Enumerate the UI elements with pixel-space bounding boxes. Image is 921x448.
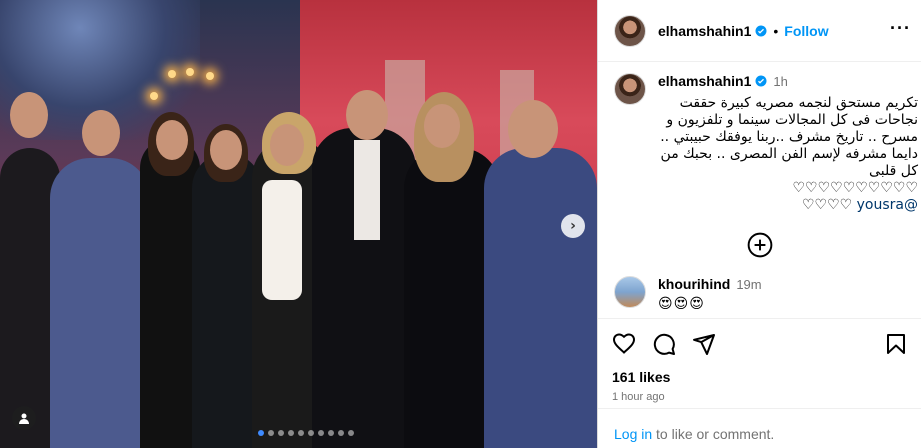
carousel-indicator: [258, 430, 354, 436]
author-username[interactable]: elhamshahin1: [658, 23, 751, 39]
login-prompt: Log in to like or comment.: [598, 408, 921, 448]
login-link[interactable]: Log in: [614, 426, 652, 442]
share-icon[interactable]: [692, 332, 716, 356]
caption-row: elhamshahin1 1h تكريم مستحق لنجمه مصريه …: [614, 73, 918, 214]
comment-time[interactable]: 19m: [736, 277, 761, 292]
caption-text: تكريم مستحق لنجمه مصريه كبيرة حققت نجاحا…: [660, 95, 918, 179]
avatar[interactable]: [614, 73, 646, 105]
mention-link[interactable]: @yousra: [857, 197, 918, 213]
likes-count[interactable]: 161 likes: [612, 369, 908, 385]
post-header: elhamshahin1 • Follow ···: [598, 0, 921, 62]
caption-time[interactable]: 1h: [773, 74, 787, 89]
chevron-right-icon[interactable]: ›: [561, 214, 585, 238]
more-options-icon[interactable]: ···: [890, 18, 911, 39]
carousel-dot: [258, 430, 264, 436]
verified-badge-icon: [755, 75, 767, 87]
comment-text: 😍😍😍: [658, 296, 705, 312]
carousel-dot: [288, 430, 294, 436]
comments-list[interactable]: elhamshahin1 1h تكريم مستحق لنجمه مصريه …: [598, 63, 921, 317]
login-prompt-text: to like or comment.: [652, 426, 775, 442]
post-side-panel: elhamshahin1 • Follow ··· elhamshahin1 1…: [597, 0, 921, 448]
carousel-dot: [278, 430, 284, 436]
separator: •: [773, 22, 779, 39]
verified-badge-icon: [755, 25, 767, 36]
caption-hearts: ♡♡♡♡: [801, 197, 853, 213]
carousel-dot: [348, 430, 354, 436]
comment-icon[interactable]: [652, 332, 676, 356]
avatar[interactable]: [614, 14, 646, 47]
carousel-dot: [308, 430, 314, 436]
carousel-dot: [328, 430, 334, 436]
comment-username[interactable]: khourihind: [658, 276, 730, 292]
plus-circle-icon[interactable]: [747, 232, 773, 258]
user-tag-icon[interactable]: [12, 406, 36, 430]
post-photo[interactable]: ›: [0, 0, 597, 448]
carousel-dot: [298, 430, 304, 436]
post-timestamp[interactable]: 1 hour ago: [612, 391, 908, 403]
carousel-dot: [268, 430, 274, 436]
load-more-comments[interactable]: [614, 232, 906, 258]
heart-icon[interactable]: [612, 332, 636, 356]
avatar[interactable]: [614, 276, 646, 308]
carousel-dot: [318, 430, 324, 436]
caption-username[interactable]: elhamshahin1: [658, 73, 751, 89]
carousel-dot: [338, 430, 344, 436]
follow-button[interactable]: Follow: [784, 23, 828, 39]
comment-row: khourihind 19m 😍😍😍: [614, 276, 906, 312]
post-actions: 161 likes 1 hour ago: [598, 318, 921, 403]
caption-hearts: ♡♡♡♡♡♡♡♡♡♡: [792, 180, 918, 196]
bookmark-icon[interactable]: [884, 332, 908, 356]
